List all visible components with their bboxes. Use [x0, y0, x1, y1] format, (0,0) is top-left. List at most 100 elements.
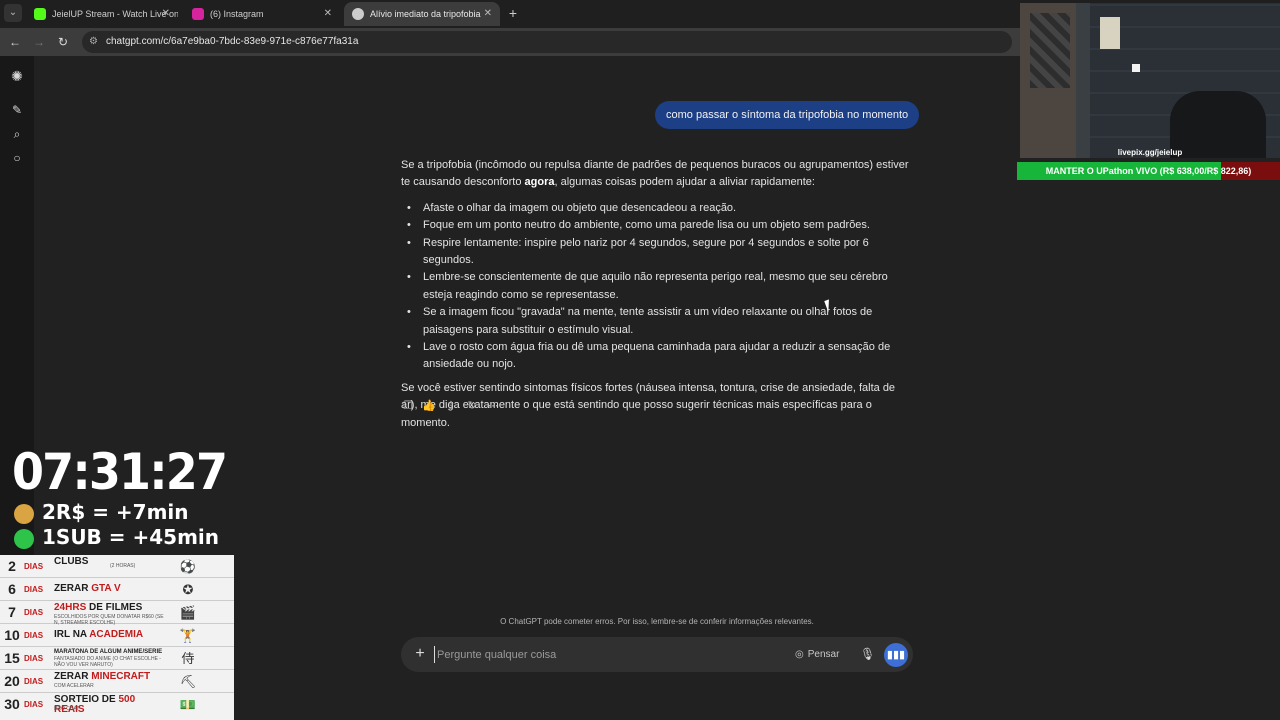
- samurai-icon: 侍: [181, 651, 195, 666]
- rate-sub-text: 1SUB = +45min: [42, 525, 220, 549]
- goal-title: ZERAR MINECRAFT: [54, 672, 164, 682]
- copy-icon[interactable]: ❐: [401, 399, 415, 413]
- tab-title: Alívio imediato da tripofobia: [370, 9, 481, 19]
- goal-days: DIAS: [24, 700, 44, 709]
- goal-title-text: 24HRS: [54, 602, 90, 613]
- instagram-favicon-icon: [192, 8, 204, 20]
- goal-subtitle: COM ACELERAR: [54, 683, 94, 689]
- goal-title: IRL NA ACADEMIA: [54, 630, 164, 640]
- goal-row: 6 DIAS ZERAR GTA V ✪: [0, 578, 234, 601]
- goal-number: 10: [4, 627, 20, 643]
- more-icon[interactable]: ⋯: [486, 399, 500, 413]
- new-tab-button[interactable]: +: [504, 4, 522, 22]
- goal-days: DIAS: [24, 562, 44, 571]
- new-chat-icon[interactable]: ✎: [9, 102, 25, 118]
- disclaimer: O ChatGPT pode cometer erros. Por isso, …: [500, 617, 814, 626]
- assistant-answer: Se a tripofobia (incômodo ou repulsa dia…: [401, 157, 913, 440]
- tab-close-icon[interactable]: ✕: [324, 2, 332, 26]
- chatgpt-favicon-icon: [352, 8, 364, 20]
- url-field[interactable]: ⚙ chatgpt.com/c/6a7e9ba0-7bdc-83e9-971e-…: [82, 31, 1012, 53]
- goal-number: 2: [8, 558, 16, 574]
- chat-bubble-icon[interactable]: ○: [9, 150, 25, 166]
- goal-title: SORTEIO DE 500 REAIS: [54, 695, 164, 715]
- goal-subtitle: FANTASIADO DO ANIME (O CHAT ESCOLHE - NÃ…: [54, 656, 161, 668]
- answer-intro-text-end: , algumas coisas podem ajudar a aliviar …: [554, 176, 815, 189]
- goal-title-text: MARATONA DE ALGUM ANIME/SERIE: [54, 649, 163, 655]
- goal-days: DIAS: [24, 631, 44, 640]
- list-item: Respire lentamente: inspire pelo nariz p…: [401, 235, 913, 270]
- goal-days: DIAS: [24, 654, 44, 663]
- microphone-icon[interactable]: 🎙: [860, 646, 875, 663]
- forward-arrow-icon[interactable]: →: [31, 34, 47, 50]
- goal-row: 2 DIAS CLUBS (2 HORAS) ⚽: [0, 555, 234, 578]
- tab-chatgpt[interactable]: Alívio imediato da tripofobia ✕: [344, 2, 500, 26]
- list-item: Lave o rosto com água fria ou dê uma peq…: [401, 339, 913, 374]
- green-dot-icon: [14, 528, 34, 549]
- goal-title-text: CLUBS: [54, 556, 89, 567]
- voice-mode-button[interactable]: ▮▮▮: [884, 643, 908, 667]
- soccer-ball-icon: ⚽: [179, 559, 197, 574]
- tab-instagram[interactable]: (6) Instagram ✕: [184, 2, 340, 26]
- reload-icon[interactable]: ↻: [55, 34, 71, 50]
- tab-search-button[interactable]: ⌄: [4, 4, 22, 22]
- regenerate-icon[interactable]: ↻: [465, 399, 479, 413]
- goal-title-text: ZERAR: [54, 583, 92, 594]
- goal-number: 6: [8, 581, 16, 597]
- goal-title: ZERAR GTA V: [54, 584, 164, 594]
- url-text: chatgpt.com/c/6a7e9ba0-7bdc-83e9-971e-c8…: [106, 36, 359, 47]
- dumbbell-icon: 🏋: [179, 628, 197, 643]
- goal-row: 20 DIAS ZERAR MINECRAFT COM ACELERAR ⛏: [0, 670, 234, 693]
- goal-title-text: IRL NA: [54, 629, 90, 640]
- prompt-input[interactable]: [434, 646, 774, 663]
- composer: + ◎Pensar 🎙 ▮▮▮: [401, 637, 913, 672]
- goal-title-highlight: ACADEMIA: [89, 629, 144, 640]
- list-item: Lembre-se conscientemente de que aquilo …: [401, 269, 913, 304]
- share-icon[interactable]: ⇪: [444, 399, 458, 413]
- webcam-paper: [1100, 17, 1120, 49]
- webcam-foam-panel: [1030, 13, 1070, 88]
- site-info-icon[interactable]: ⚙: [89, 31, 98, 53]
- thumbs-icon[interactable]: 👍: [422, 399, 436, 413]
- back-arrow-icon[interactable]: ←: [7, 34, 23, 50]
- goal-number: 15: [4, 650, 20, 666]
- goal-days: DIAS: [24, 677, 44, 686]
- openai-logo-icon[interactable]: ✺: [9, 68, 25, 84]
- webcam-light: [1132, 64, 1140, 72]
- lightbulb-icon: ◎: [795, 649, 804, 660]
- think-button[interactable]: ◎ Pensar: [795, 646, 839, 663]
- answer-list: Afaste o olhar da imagem ou objeto que d…: [401, 200, 913, 374]
- tab-close-icon[interactable]: ✕: [162, 2, 170, 26]
- attach-plus-icon[interactable]: +: [412, 645, 428, 663]
- goal-title: MARATONA DE ALGUM ANIME/SERIE: [54, 649, 164, 656]
- think-label: Pensar: [807, 649, 840, 660]
- goal-row: 7 DIAS 24HRS DE FILMES ESCOLHIDOS POR QU…: [0, 601, 234, 626]
- answer-intro-bold: agora: [524, 176, 555, 189]
- goal-number: 7: [8, 604, 16, 620]
- goal-title-highlight: GTA V: [91, 583, 121, 594]
- goal-title-highlight: DE FILMES: [89, 602, 143, 613]
- webcam-feed: [1020, 3, 1280, 158]
- rate-money: 2R$ = +7min: [14, 500, 189, 524]
- tab-title: JeielUP Stream - Watch Live on: [52, 9, 178, 19]
- goal-days: DIAS: [24, 608, 44, 617]
- film-icon: 🎬: [179, 605, 197, 620]
- answer-intro: Se a tripofobia (incômodo ou repulsa dia…: [401, 157, 913, 192]
- goal-title: 24HRS DE FILMES: [54, 603, 164, 613]
- goal-row: 10 DIAS IRL NA ACADEMIA 🏋: [0, 624, 234, 647]
- goal-title-highlight: MINECRAFT: [91, 671, 151, 682]
- tab-kick[interactable]: JeielUP Stream - Watch Live on ✕: [26, 2, 178, 26]
- list-item: Foque em um ponto neutro do ambiente, co…: [401, 217, 913, 235]
- search-icon[interactable]: ⌕: [9, 126, 25, 142]
- goal-progress-bar: MANTER O UPathon VIVO (R$ 638,00/R$ 822,…: [1017, 162, 1280, 180]
- rate-sub: 1SUB = +45min: [14, 525, 219, 549]
- goal-subtitle: PRO CHAT: [54, 706, 80, 712]
- minecraft-icon: ⛏: [179, 674, 197, 689]
- tab-close-icon[interactable]: ✕: [484, 2, 492, 26]
- kick-favicon-icon: [34, 8, 46, 20]
- goal-text: MANTER O UPathon VIVO (R$ 638,00/R$ 822,…: [1045, 166, 1252, 176]
- goal-row: 30 DIAS SORTEIO DE 500 REAIS PRO CHAT 💵: [0, 693, 234, 716]
- goal-number: 20: [4, 673, 20, 689]
- goal-title-text: ZERAR: [54, 671, 92, 682]
- goal-row: 15 DIAS MARATONA DE ALGUM ANIME/SERIE FA…: [0, 647, 234, 670]
- webcam-label: livepix.gg/jeielup: [1117, 148, 1183, 157]
